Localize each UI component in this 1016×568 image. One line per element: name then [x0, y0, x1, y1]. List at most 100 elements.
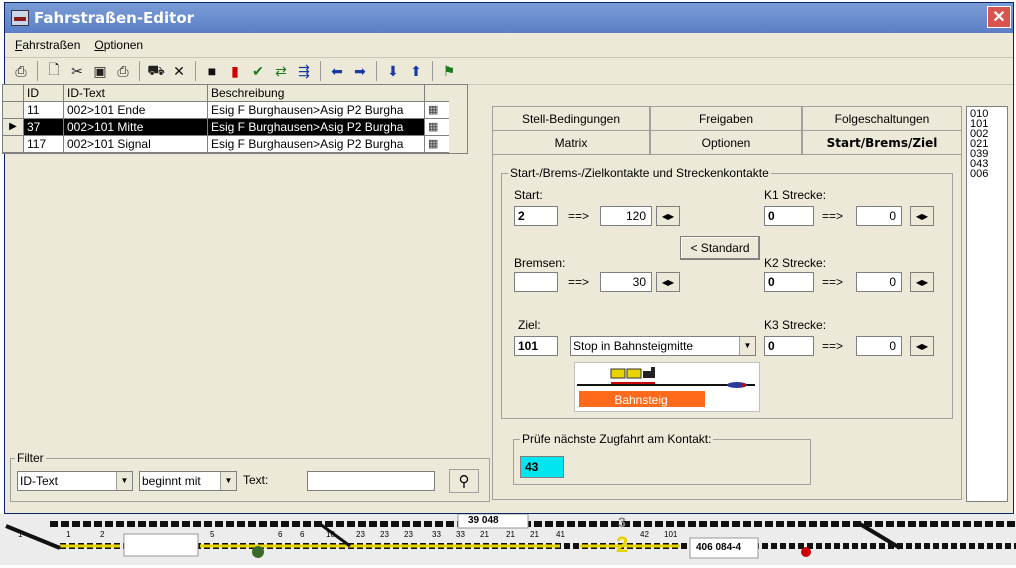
tab-stell-bedingungen[interactable]: Stell-Bedingungen	[492, 106, 650, 130]
chevron-down-icon[interactable]: ▼	[116, 472, 132, 490]
k3-label: K3 Strecke:	[764, 318, 827, 332]
arrow-left-icon[interactable]: ⬅	[327, 61, 347, 81]
current-row-pointer-icon[interactable]: ▶	[3, 119, 24, 136]
cut-icon[interactable]: ✂	[67, 61, 87, 81]
car-icon[interactable]: ⛟	[146, 61, 166, 81]
check-icon[interactable]: ✔	[248, 61, 268, 81]
brems-distance-input[interactable]: 30	[600, 272, 652, 292]
brems-distance-spinner-icon[interactable]: ◀▶	[656, 272, 680, 292]
kontakte-legend: Start-/Brems-/Zielkontakte und Streckenk…	[508, 166, 771, 180]
platform-diagram: Bahnsteig	[574, 362, 760, 412]
select-icon[interactable]: ⎙	[11, 61, 31, 81]
toolbar-separator	[37, 61, 38, 81]
start-distance-spinner-icon[interactable]: ◀▶	[656, 206, 680, 226]
tab-row-2: Matrix Optionen Start/Brems/Ziel	[492, 130, 962, 154]
k3-contact-input[interactable]: 0	[764, 336, 814, 356]
cell-id[interactable]: 37	[24, 119, 64, 136]
ziel-mode-select[interactable]: Stop in Bahnsteigmitte ▼	[570, 336, 756, 356]
column-header-beschreibung[interactable]: Beschreibung	[208, 85, 425, 102]
list-item[interactable]: 006	[970, 169, 1007, 180]
track-number: 6	[278, 530, 283, 539]
print-icon[interactable]: ⎙	[113, 61, 133, 81]
arrow-down-icon[interactable]: ⬇	[383, 61, 403, 81]
track-number: 21	[506, 530, 515, 539]
k3-distance-spinner-icon[interactable]: ◀▶	[910, 336, 934, 356]
standard-button[interactable]: < Standard	[680, 236, 760, 260]
table-row[interactable]: 11 002>101 Ende Esig F Burghausen>Asig P…	[3, 102, 467, 119]
table-row[interactable]: 117 002>101 Signal Esig F Burghausen>Asi…	[3, 136, 467, 153]
tab-folgeschaltungen[interactable]: Folgeschaltungen	[802, 106, 962, 130]
edit-route-icon[interactable]: ▦	[425, 136, 449, 153]
close-button[interactable]: ✕	[987, 6, 1011, 28]
filter-text-input[interactable]	[307, 471, 435, 491]
filter-mode-select[interactable]: beginnt mit ▼	[139, 471, 237, 491]
k1-distance-spinner-icon[interactable]: ◀▶	[910, 206, 934, 226]
k1-contact-input[interactable]: 0	[764, 206, 814, 226]
track-number: 6	[300, 530, 305, 539]
loco-label: 39 048	[468, 515, 499, 526]
toolbar-separator	[195, 61, 196, 81]
search-icon[interactable]: ⚲	[449, 469, 479, 493]
cell-id-text[interactable]: 002>101 Ende	[64, 102, 208, 119]
k3-distance-input[interactable]: 0	[856, 336, 902, 356]
ziel-contact-input[interactable]: 101	[514, 336, 558, 356]
pruefe-contact-input[interactable]: 43	[520, 456, 564, 478]
start-distance-input[interactable]: 120	[600, 206, 652, 226]
track-number: 23	[356, 530, 365, 539]
arrow-right-icon[interactable]: ➡	[350, 61, 370, 81]
track-number: 1	[18, 530, 23, 539]
menu-optionen[interactable]: Optionen	[94, 38, 143, 52]
delete-icon[interactable]: ✕	[169, 61, 189, 81]
column-header-id-text[interactable]: ID-Text	[64, 85, 208, 102]
cell-beschreibung[interactable]: Esig F Burghausen>Asig P2 Burgha	[208, 102, 425, 119]
filter-mode-value: beginnt mit	[142, 474, 201, 488]
brems-contact-input[interactable]	[514, 272, 558, 292]
record-icon[interactable]: ■	[202, 61, 222, 81]
table-row-selected[interactable]: ▶ 37 002>101 Mitte Esig F Burghausen>Asi…	[3, 119, 467, 136]
track-number: 101	[664, 530, 678, 539]
chevron-down-icon[interactable]: ▼	[220, 472, 236, 490]
k1-arrow: ==>	[822, 209, 844, 223]
save-icon[interactable]: ▣	[90, 61, 110, 81]
tab-row-1: Stell-Bedingungen Freigaben Folgeschaltu…	[492, 106, 962, 130]
cell-beschreibung[interactable]: Esig F Burghausen>Asig P2 Burgha	[208, 136, 425, 153]
tab-freigaben[interactable]: Freigaben	[650, 106, 802, 130]
cell-beschreibung[interactable]: Esig F Burghausen>Asig P2 Burgha	[208, 119, 425, 136]
row-selector[interactable]	[3, 136, 24, 153]
k2-distance-spinner-icon[interactable]: ◀▶	[910, 272, 934, 292]
cell-id-text[interactable]: 002>101 Signal	[64, 136, 208, 153]
k2-distance-input[interactable]: 0	[856, 272, 902, 292]
chevron-down-icon[interactable]: ▼	[739, 337, 755, 355]
tab-optionen[interactable]: Optionen	[650, 130, 802, 154]
edit-route-icon[interactable]: ▦	[425, 119, 449, 136]
signal-icon[interactable]: ⚑	[439, 61, 459, 81]
tab-start-brems-ziel[interactable]: Start/Brems/Ziel	[802, 130, 962, 154]
toolbar-separator	[320, 61, 321, 81]
stop-icon[interactable]: ▮	[225, 61, 245, 81]
tab-matrix[interactable]: Matrix	[492, 130, 650, 154]
filter-field-select[interactable]: ID-Text ▼	[17, 471, 133, 491]
column-header-id[interactable]: ID	[24, 85, 64, 102]
row-selector[interactable]	[3, 102, 24, 119]
pruefe-group: Prüfe nächste Zugfahrt am Kontakt: 43	[513, 432, 811, 485]
swap-icon[interactable]: ⇄	[271, 61, 291, 81]
ziel-mode-value: Stop in Bahnsteigmitte	[573, 339, 694, 353]
cell-id-text[interactable]: 002>101 Mitte	[64, 119, 208, 136]
start-arrow: ==>	[568, 209, 590, 223]
menu-fahrstrassen[interactable]: Fahrstraßen	[15, 38, 80, 52]
track-number: 2	[100, 530, 105, 539]
start-contact-input[interactable]: 2	[514, 206, 558, 226]
toolbar-separator	[432, 61, 433, 81]
edit-route-icon[interactable]: ▦	[425, 102, 449, 119]
arrow-up-icon[interactable]: ⬆	[406, 61, 426, 81]
k2-contact-input[interactable]: 0	[764, 272, 814, 292]
new-icon[interactable]: 🗋	[44, 61, 64, 81]
platform-label: Bahnsteig	[614, 393, 668, 407]
cell-id[interactable]: 11	[24, 102, 64, 119]
contact-id-list[interactable]: 010 101 002 021 039 043 006	[966, 106, 1008, 502]
calculate-icon[interactable]: ⇶	[294, 61, 314, 81]
cell-id[interactable]: 117	[24, 136, 64, 153]
k1-distance-input[interactable]: 0	[856, 206, 902, 226]
track-number: 21	[480, 530, 489, 539]
filter-group: Filter ID-Text ▼ beginnt mit ▼ Text: ⚲	[10, 451, 490, 502]
